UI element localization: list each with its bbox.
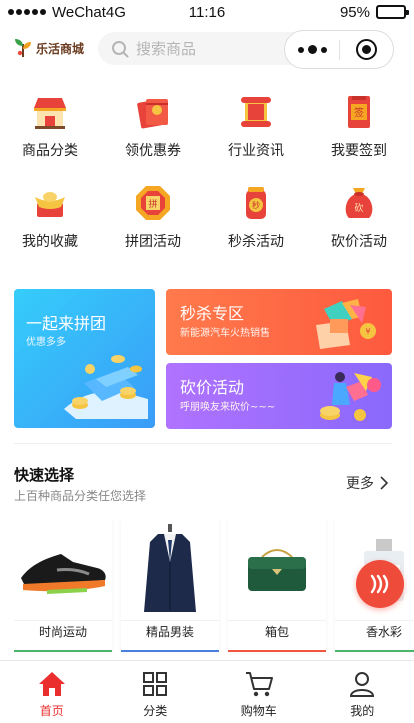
card-divider	[228, 620, 326, 621]
cart-icon	[245, 672, 273, 697]
seckill-icon: 秒	[246, 187, 266, 219]
shop-icon	[34, 98, 66, 129]
tab-label: 分类	[143, 704, 168, 718]
nav-label: 行业资讯	[228, 143, 284, 159]
coupon-icon	[137, 99, 168, 129]
promo-title: 一起来拼团	[26, 314, 107, 333]
service-waves-icon	[370, 574, 389, 594]
svg-text:签: 签	[354, 106, 364, 119]
promo-subtitle: 新能源汽车火热销售	[180, 328, 270, 339]
close-target-icon[interactable]	[340, 39, 393, 60]
nav-label: 我要签到	[331, 143, 387, 159]
chevron-right-icon	[380, 476, 388, 490]
handbag-image	[228, 520, 326, 620]
promo-bargain[interactable]: 砍价活动 呼朋唤友来砍价~~~	[166, 363, 392, 429]
hand-coins-illustration	[64, 355, 148, 419]
card-divider	[335, 620, 414, 621]
promo-subtitle: 呼朋唤友来砍价~~~	[180, 402, 276, 413]
card-label: 香水彩	[365, 625, 402, 639]
card-label: 时尚运动	[38, 625, 87, 639]
card-divider	[14, 620, 112, 621]
promo-title: 秒杀专区	[180, 304, 245, 323]
nav-label: 秒杀活动	[228, 234, 284, 250]
svg-text:拼: 拼	[148, 198, 157, 210]
nav-item-bargain[interactable]: 砍 砍价活动	[309, 183, 409, 251]
carrier-name: WeChat4G	[52, 3, 126, 21]
battery-status: 95%	[339, 3, 409, 21]
nav-label: 拼团活动	[125, 234, 181, 250]
svg-text:秒: 秒	[252, 200, 260, 210]
tab-label: 购物车	[240, 704, 277, 718]
user-icon	[350, 672, 375, 697]
gold-ingot-icon	[35, 192, 65, 217]
logo-leaf-icon	[15, 39, 31, 58]
promo-seckill[interactable]: 秒杀专区 新能源汽车火热销售 ¥	[166, 289, 392, 355]
gift-box-illustration: ¥	[316, 299, 376, 349]
card-label: 精品男装	[145, 625, 194, 639]
card-label: 箱包	[264, 625, 289, 639]
logo-text: 乐活商城	[36, 41, 85, 56]
battery-percent: 95%	[339, 3, 370, 21]
nav-item-news[interactable]: 行业资讯	[206, 92, 306, 160]
nav-item-category[interactable]: 商品分类	[0, 92, 100, 160]
search-bar[interactable]	[98, 32, 312, 65]
promo-title: 砍价活动	[180, 378, 245, 397]
quick-select-title: 快速选择	[14, 466, 75, 484]
quick-select-subtitle: 上百种商品分类任您选择	[14, 489, 147, 503]
category-grid-icon	[143, 672, 168, 696]
tab-category[interactable]: 分类	[104, 661, 208, 723]
search-input[interactable]	[136, 39, 286, 58]
home-icon	[38, 672, 65, 696]
promo-subtitle: 优惠多多	[26, 337, 66, 348]
svg-text:砍: 砍	[354, 202, 363, 214]
tab-home[interactable]: 首页	[0, 661, 104, 723]
category-card[interactable]: 箱包	[228, 520, 326, 652]
category-card[interactable]: 精品男装	[121, 520, 219, 652]
tab-label: 首页	[39, 704, 64, 718]
group-buy-icon: 拼	[136, 186, 170, 220]
status-bar: WeChat4G 11:16 95%	[0, 0, 414, 24]
svg-text:¥: ¥	[365, 327, 370, 336]
floating-service-button[interactable]	[356, 560, 404, 608]
nav-item-group-buy[interactable]: 拼 拼团活动	[103, 183, 203, 251]
more-label: 更多	[346, 476, 374, 492]
sign-in-icon: 签	[348, 96, 370, 128]
shopping-illustration	[320, 372, 381, 421]
nav-item-seckill[interactable]: 秒 秒杀活动	[206, 183, 306, 251]
sneaker-image	[14, 520, 112, 620]
nav-item-coupon[interactable]: 领优惠券	[103, 92, 203, 160]
nav-item-signin[interactable]: 签 我要签到	[309, 92, 409, 160]
battery-icon	[376, 5, 409, 19]
miniprogram-capsule	[284, 30, 394, 69]
nav-label: 领优惠券	[125, 143, 181, 159]
tab-label: 我的	[350, 704, 375, 718]
tab-profile[interactable]: 我的	[311, 661, 414, 723]
nav-label: 商品分类	[22, 143, 78, 159]
bargain-bag-icon: 砍	[345, 188, 373, 218]
signal-strength-icon	[8, 9, 46, 15]
more-dots-icon[interactable]	[285, 45, 339, 54]
nav-label: 我的收藏	[22, 234, 78, 250]
card-divider	[121, 620, 219, 621]
category-card[interactable]: 时尚运动	[14, 520, 112, 652]
nav-item-favorites[interactable]: 我的收藏	[0, 183, 100, 251]
promo-group-buy[interactable]: 一起来拼团 优惠多多	[14, 289, 155, 428]
more-link[interactable]: 更多	[346, 473, 388, 493]
category-carousel: 时尚运动 精品男装 箱包 香水彩	[14, 520, 414, 655]
section-divider	[14, 443, 392, 444]
header: 乐活商城	[0, 28, 414, 70]
nav-label: 砍价活动	[331, 234, 387, 250]
search-icon	[112, 40, 129, 57]
tab-bar: 首页 分类 购物车 我的	[0, 660, 414, 723]
suit-image	[121, 520, 219, 620]
logo[interactable]: 乐活商城	[12, 37, 84, 59]
scroll-icon	[241, 97, 271, 127]
tab-cart[interactable]: 购物车	[207, 661, 311, 723]
